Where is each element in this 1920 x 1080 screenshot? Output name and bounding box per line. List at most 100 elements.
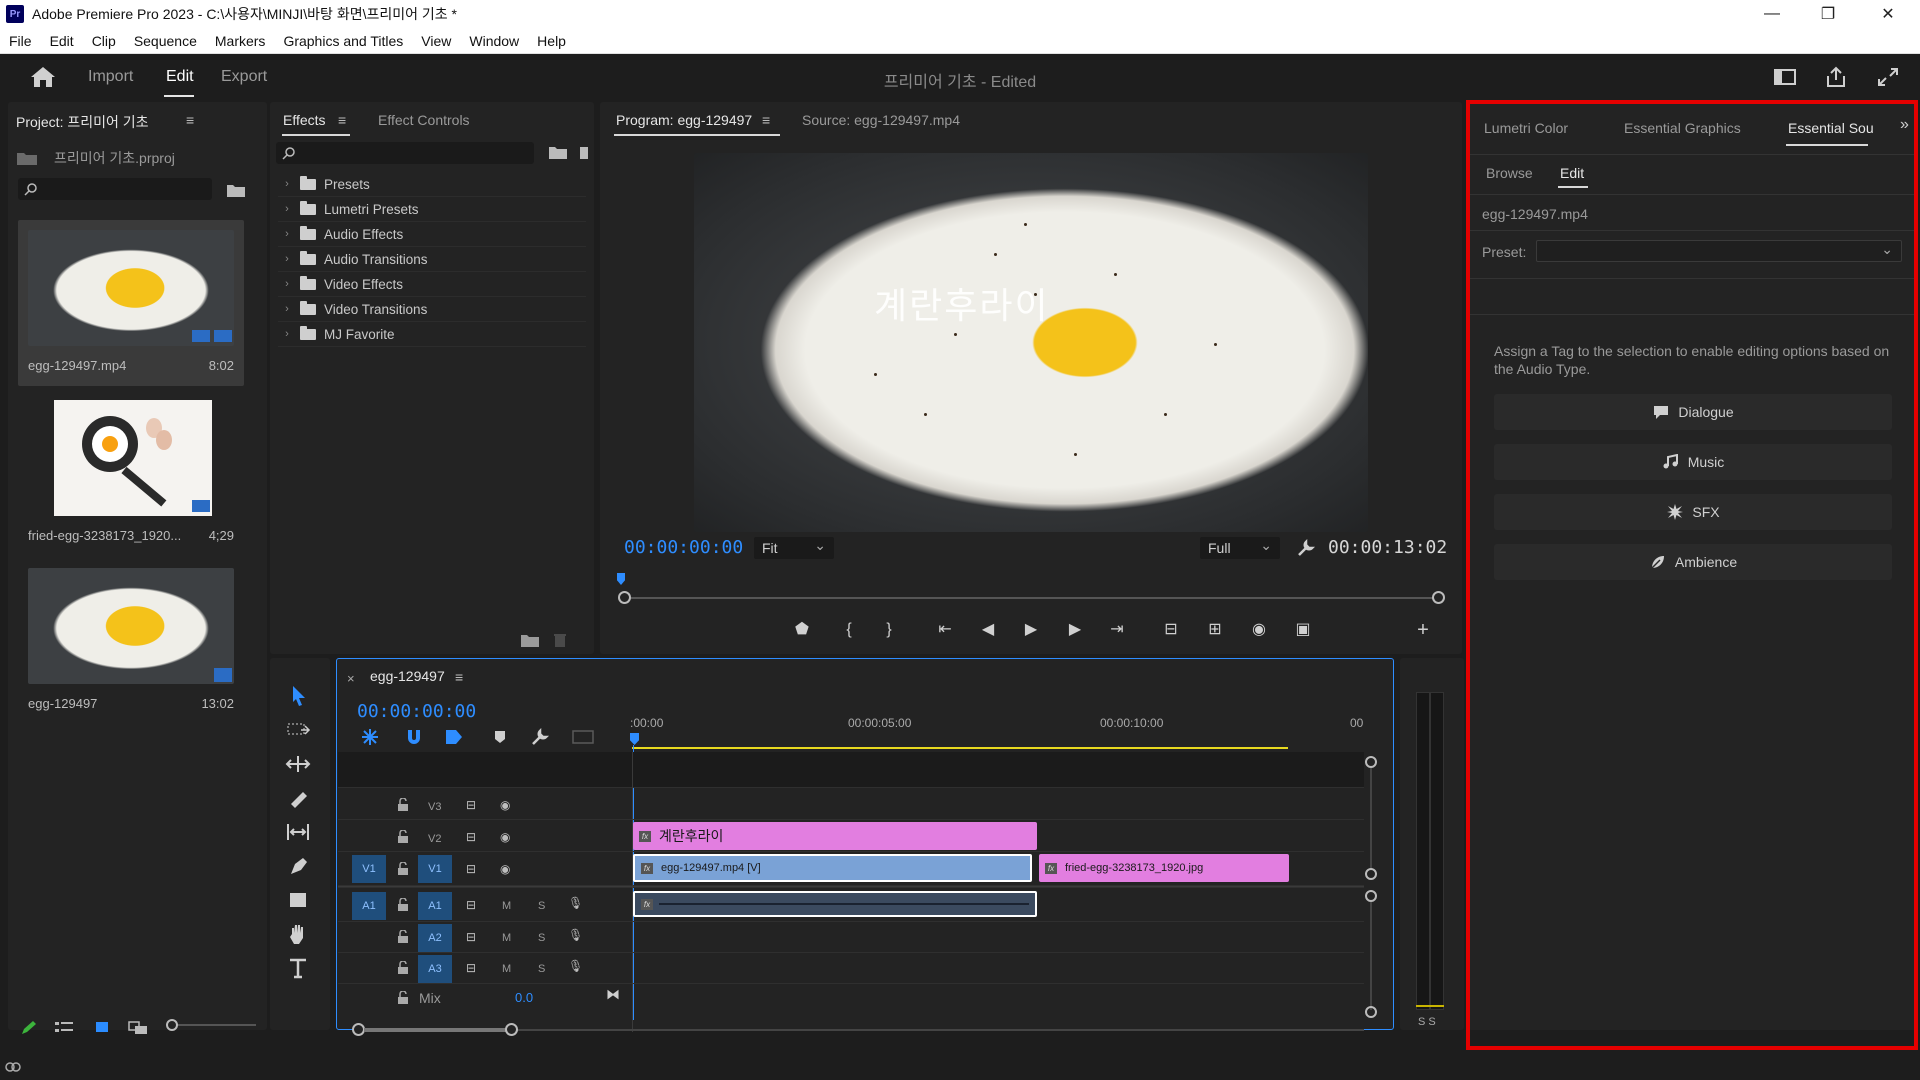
selection-tool-icon[interactable] (283, 682, 313, 710)
pencil-icon[interactable] (20, 1020, 38, 1036)
tab-effect-controls[interactable]: Effect Controls (378, 112, 470, 128)
program-scrub-bar[interactable] (625, 597, 1439, 599)
eye-icon[interactable]: ◉ (500, 798, 510, 812)
menu-window[interactable]: Window (460, 33, 528, 49)
effects-item-video-effects[interactable]: › Video Effects (278, 272, 586, 297)
snap-icon[interactable] (404, 728, 424, 746)
track-label-a3[interactable]: A3 (418, 955, 452, 983)
list-view-icon[interactable] (54, 1020, 74, 1036)
video-scroll-bottom-handle[interactable] (1365, 868, 1377, 880)
dialogue-button[interactable]: Dialogue (1494, 394, 1892, 430)
export-frame-button[interactable]: ◉ (1246, 618, 1272, 642)
mark-out-button[interactable]: } (876, 618, 902, 642)
subtab-edit[interactable]: Edit (1560, 165, 1584, 181)
tab-effects[interactable]: Effects (283, 112, 326, 128)
track-select-tool-icon[interactable] (283, 716, 313, 744)
add-marker-icon[interactable] (492, 728, 508, 746)
project-item-egg-129497-mp4[interactable]: egg-129497.mp4 8:02 (18, 220, 244, 386)
razor-tool-icon[interactable] (283, 784, 313, 812)
audio-meter-solo-labels[interactable]: S S (1418, 1016, 1436, 1028)
timeline-menu-icon[interactable]: ≡ (455, 669, 463, 685)
step-forward-button[interactable]: ▶︎ (1062, 618, 1088, 642)
tab-program-monitor[interactable]: Program: egg-129497 (616, 112, 752, 128)
track-label-v1[interactable]: V1 (418, 855, 452, 883)
effects-panel-menu-icon[interactable]: ≡ (338, 112, 346, 128)
sync-lock-icon[interactable]: ⊟ (466, 961, 476, 975)
program-monitor-menu-icon[interactable]: ≡ (762, 112, 770, 128)
work-area-bar[interactable] (632, 747, 1288, 749)
track-label-a2[interactable]: A2 (418, 924, 452, 952)
pen-tool-icon[interactable] (283, 852, 313, 880)
effects-item-mj-favorite[interactable]: › MJ Favorite (278, 322, 586, 347)
type-tool-icon[interactable] (283, 954, 313, 982)
solo-button-a3[interactable]: S (538, 963, 545, 975)
tab-lumetri-color[interactable]: Lumetri Color (1484, 120, 1568, 136)
project-item-egg-129497-sequence[interactable]: egg-129497 13:02 (18, 566, 244, 722)
wrench-icon[interactable] (1296, 538, 1316, 558)
lock-icon[interactable] (397, 930, 409, 944)
menu-edit[interactable]: Edit (41, 33, 83, 49)
solo-button-a1[interactable]: S (538, 900, 545, 912)
audio-scroll-top-handle[interactable] (1365, 890, 1377, 902)
project-tab[interactable]: Project: 프리미어 기초 (16, 112, 149, 132)
zoom-slider-track[interactable] (168, 1024, 256, 1026)
menu-help[interactable]: Help (528, 33, 575, 49)
video-scrollbar[interactable] (1370, 768, 1372, 868)
go-to-out-button[interactable]: ⇥ (1104, 618, 1130, 642)
source-patch-v1[interactable]: V1 (352, 855, 386, 883)
new-bin-icon[interactable] (226, 182, 246, 198)
lock-icon[interactable] (397, 991, 409, 1005)
icon-view-icon[interactable] (94, 1020, 110, 1036)
freeform-view-icon[interactable] (128, 1020, 150, 1036)
workspace-icon[interactable] (1773, 66, 1797, 88)
effects-item-video-transitions[interactable]: › Video Transitions (278, 297, 586, 322)
audio-clip-egg-129497[interactable]: fx (633, 891, 1037, 917)
timeline-zoom-bar[interactable] (364, 1028, 510, 1032)
timeline-zoom-end-handle[interactable] (505, 1023, 518, 1036)
menu-clip[interactable]: Clip (83, 33, 125, 49)
go-to-in-button[interactable]: ⇤ (932, 618, 958, 642)
menu-markers[interactable]: Markers (206, 33, 275, 49)
rectangle-tool-icon[interactable] (283, 886, 313, 914)
ripple-edit-tool-icon[interactable] (283, 750, 313, 778)
add-marker-button[interactable]: ⬟ (789, 618, 815, 642)
button-editor-add-button[interactable]: + (1410, 618, 1436, 642)
lock-icon[interactable] (397, 898, 409, 912)
image-clip-fried-egg[interactable]: fx fried-egg-3238173_1920.jpg (1039, 854, 1289, 882)
sfx-button[interactable]: SFX (1494, 494, 1892, 530)
mute-button-a2[interactable]: M (502, 932, 511, 944)
sync-lock-icon[interactable]: ⊟ (466, 830, 476, 844)
slip-tool-icon[interactable] (283, 818, 313, 846)
panel-overflow-icon[interactable] (578, 144, 590, 160)
timeline-timecode[interactable]: 00:00:00:00 (357, 701, 476, 722)
new-folder-icon[interactable] (520, 632, 540, 648)
lock-icon[interactable] (397, 798, 409, 812)
mute-button-a1[interactable]: M (502, 900, 511, 912)
microphone-icon[interactable]: 🎙︎ (568, 928, 583, 942)
ambience-button[interactable]: Ambience (1494, 544, 1892, 580)
video-clip-egg-129497[interactable]: fx egg-129497.mp4 [V] (633, 854, 1032, 882)
video-scroll-top-handle[interactable] (1365, 756, 1377, 768)
effects-item-audio-effects[interactable]: › Audio Effects (278, 222, 586, 247)
tab-source-monitor[interactable]: Source: egg-129497.mp4 (802, 112, 960, 128)
subtab-browse[interactable]: Browse (1486, 165, 1533, 181)
sync-lock-icon[interactable]: ⊟ (466, 930, 476, 944)
mix-expand-icon[interactable]: ⧓ (606, 986, 620, 1003)
nest-icon[interactable] (360, 728, 380, 746)
linked-selection-icon[interactable] (444, 728, 464, 746)
sync-lock-icon[interactable]: ⊟ (466, 898, 476, 912)
track-label-v3[interactable]: V3 (428, 801, 441, 813)
new-custom-bin-icon[interactable] (548, 144, 568, 160)
sync-lock-icon[interactable]: ⊟ (466, 798, 476, 812)
scrub-start-handle[interactable] (618, 591, 631, 604)
project-search-input[interactable] (18, 178, 212, 200)
captions-icon[interactable] (572, 728, 594, 746)
solo-button-a2[interactable]: S (538, 932, 545, 944)
eye-icon[interactable]: ◉ (500, 862, 510, 876)
tab-essential-graphics[interactable]: Essential Graphics (1624, 120, 1741, 136)
mark-in-button[interactable]: { (836, 618, 862, 642)
step-back-button[interactable]: ◀︎ (975, 618, 1001, 642)
quality-dropdown[interactable]: Full (1200, 534, 1280, 559)
preset-dropdown[interactable] (1536, 238, 1902, 262)
restore-button[interactable]: ❐ (1800, 0, 1856, 28)
